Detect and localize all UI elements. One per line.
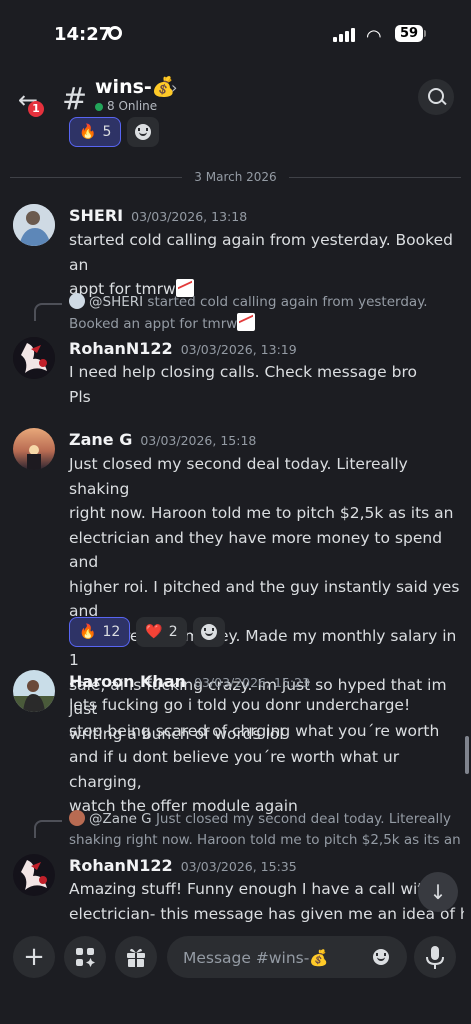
online-count: 8 Online xyxy=(107,99,158,113)
message-followup: Pls xyxy=(69,388,91,406)
reply-line: Just closed my second deal today. Litere… xyxy=(155,811,452,827)
reply-avatar xyxy=(69,810,85,826)
avatar-sheri[interactable] xyxy=(13,204,55,246)
timestamp: 03/03/2026, 15:23 xyxy=(194,675,311,690)
message-line: electrician- this message has given me a… xyxy=(69,904,464,923)
avatar-zane[interactable] xyxy=(13,428,55,470)
avatar-haroon[interactable] xyxy=(13,670,55,712)
smile-icon xyxy=(373,949,389,965)
reply-author: @SHERI xyxy=(89,294,144,310)
plus-icon: + xyxy=(23,942,45,972)
message-header: Zane G 03/03/2026, 15:18 xyxy=(69,430,256,449)
add-attachment-button[interactable]: + xyxy=(13,936,55,978)
reply-connector xyxy=(34,303,62,321)
voice-message-button[interactable] xyxy=(414,936,456,978)
message-line: right now. Haroon told me to pitch $2,5k… xyxy=(69,504,454,522)
avatar-rohan[interactable] xyxy=(13,854,55,896)
username[interactable]: Zane G xyxy=(69,430,132,449)
reaction-fire[interactable]: 🔥 5 xyxy=(69,117,122,147)
date-divider: 3 March 2026 xyxy=(0,170,471,184)
message-line: electrician and they have more money to … xyxy=(69,528,443,572)
online-status-dot xyxy=(95,103,103,111)
notification-badge: 1 xyxy=(28,101,44,117)
message-reactions: 🔥 12 ❤️ 2 xyxy=(69,617,225,647)
message-line: Just closed my second deal today. Litere… xyxy=(69,455,408,498)
message-line: Amazing stuff! Funny enough I have a cal… xyxy=(69,880,448,898)
timestamp: 03/03/2026, 13:18 xyxy=(131,209,248,224)
message-body: Amazing stuff! Funny enough I have a cal… xyxy=(69,877,464,926)
arrow-down-icon: ↓ xyxy=(429,880,447,904)
message-body: I need help closing calls. Check message… xyxy=(69,360,459,385)
channel-hash-icon: # xyxy=(62,82,88,117)
message-input[interactable] xyxy=(181,936,375,980)
gift-icon xyxy=(127,948,145,967)
reaction-heart[interactable]: ❤️ 2 xyxy=(136,617,187,647)
timestamp: 03/03/2026, 15:35 xyxy=(180,859,297,874)
reply-author: @Zane G xyxy=(89,811,152,827)
username[interactable]: SHERI xyxy=(69,206,123,225)
reply-avatar xyxy=(69,293,85,309)
add-reaction-button[interactable] xyxy=(127,117,160,147)
date-divider-label: 3 March 2026 xyxy=(182,170,289,184)
emoji-button[interactable] xyxy=(373,949,389,965)
reaction-fire[interactable]: 🔥 12 xyxy=(69,617,131,647)
message-header: Haroon Khan 03/03/2026, 15:23 xyxy=(69,672,310,691)
chart-increasing-emoji xyxy=(237,313,256,331)
scrollbar[interactable] xyxy=(465,736,469,774)
settings-gear-icon xyxy=(108,26,122,40)
battery-indicator: 59 xyxy=(395,25,423,42)
username[interactable]: Haroon Khan xyxy=(69,672,186,691)
message-header: RohanN122 03/03/2026, 13:19 xyxy=(69,339,297,358)
username[interactable]: RohanN122 xyxy=(69,339,173,358)
add-reaction-button[interactable] xyxy=(192,617,225,647)
reply-preview[interactable]: @SHERI started cold calling again from y… xyxy=(69,292,459,335)
message-input-box[interactable] xyxy=(167,936,407,980)
microphone-icon xyxy=(426,946,444,969)
fire-emoji: 🔥 xyxy=(79,124,97,140)
reaction-count: 2 xyxy=(168,624,178,640)
gift-button[interactable] xyxy=(115,936,157,978)
message-body: lets fucking go i told you donr undercha… xyxy=(69,693,459,718)
fire-emoji: 🔥 xyxy=(79,624,97,640)
message-followup: and if u dont believe you´re worth what … xyxy=(69,745,459,819)
username[interactable]: RohanN122 xyxy=(69,856,173,875)
timestamp: 03/03/2026, 15:18 xyxy=(140,433,257,448)
reaction-count: 5 xyxy=(102,124,112,140)
message-line: and if u dont believe you´re worth what … xyxy=(69,748,400,791)
timestamp: 03/03/2026, 13:19 xyxy=(180,342,297,357)
battery-tip xyxy=(424,30,426,37)
message-header: SHERI 03/03/2026, 13:18 xyxy=(69,206,247,225)
cellular-signal-icon xyxy=(333,28,355,42)
jump-to-bottom-button[interactable]: ↓ xyxy=(418,872,458,912)
top-reactions: 🔥 5 xyxy=(69,117,160,147)
status-time: 14:27 xyxy=(54,24,112,45)
message-followup: stop being scared of chrging what you´re… xyxy=(69,722,440,740)
message-header: RohanN122 03/03/2026, 15:35 xyxy=(69,856,297,875)
heart-emoji: ❤️ xyxy=(145,624,163,640)
wifi-icon: ◠ xyxy=(366,26,382,47)
message-line: started cold calling again from yesterda… xyxy=(69,231,453,274)
apps-icon xyxy=(76,948,95,967)
smile-icon xyxy=(200,624,217,640)
reply-line: started cold calling again from yesterda… xyxy=(147,294,428,310)
chevron-right-icon[interactable]: › xyxy=(171,78,177,97)
message-body: started cold calling again from yesterda… xyxy=(69,228,459,302)
search-button[interactable] xyxy=(418,79,454,115)
avatar-rohan[interactable] xyxy=(13,337,55,379)
reply-line: Booked an appt for tmrw xyxy=(69,316,238,332)
smile-icon xyxy=(135,124,152,140)
message-line: lets fucking go i told you donr undercha… xyxy=(69,696,411,714)
message-line: I need help closing calls. Check message… xyxy=(69,363,417,381)
apps-button[interactable] xyxy=(64,936,106,978)
reply-connector xyxy=(34,820,62,838)
channel-name[interactable]: wins-💰 xyxy=(95,75,175,98)
reaction-count: 12 xyxy=(102,624,121,640)
